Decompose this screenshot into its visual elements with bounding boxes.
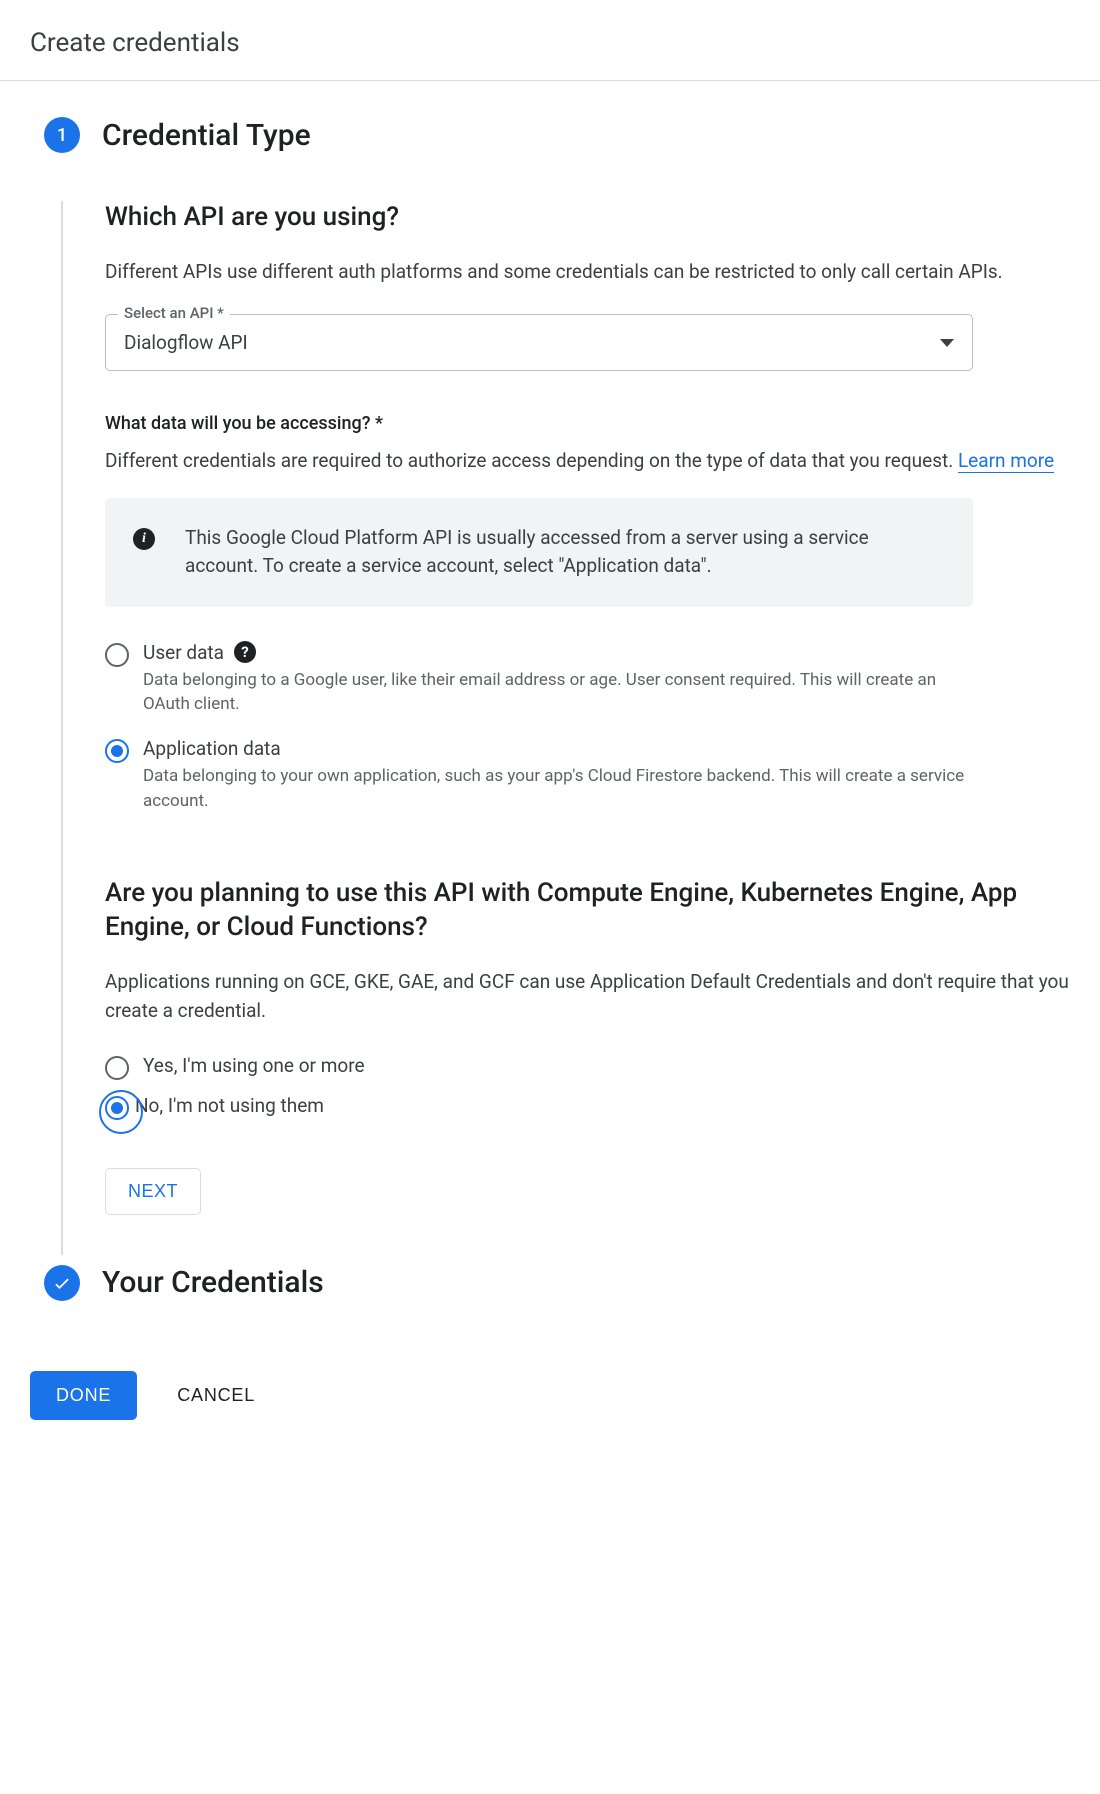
- radio-sub-user-data: Data belonging to a Google user, like th…: [143, 668, 973, 717]
- info-box: i This Google Cloud Platform API is usua…: [105, 498, 973, 607]
- check-icon: [52, 1273, 72, 1293]
- radio-sub-application-data: Data belonging to your own application, …: [143, 764, 973, 813]
- radio-input-application-data[interactable]: [105, 739, 129, 763]
- radio-label-application-data: Application data: [143, 737, 281, 760]
- radio-user-data[interactable]: User data ? Data belonging to a Google u…: [105, 641, 1070, 717]
- step-1-badge: 1: [44, 117, 80, 153]
- main-container: 1 Credential Type Which API are you usin…: [0, 81, 1100, 1371]
- question-platform-desc: Applications running on GCE, GKE, GAE, a…: [105, 967, 1070, 1026]
- question-platform-heading: Are you planning to use this API with Co…: [105, 877, 1070, 945]
- data-access-desc: Different credentials are required to au…: [105, 446, 1070, 475]
- step-2-header: Your Credentials: [44, 1265, 1070, 1301]
- help-icon[interactable]: ?: [234, 641, 256, 663]
- radio-label-user-data: User data: [143, 641, 224, 664]
- info-text: This Google Cloud Platform API is usuall…: [185, 524, 945, 581]
- radio-yes-using[interactable]: Yes, I'm using one or more: [105, 1054, 1070, 1080]
- api-select-label: Select an API *: [118, 304, 230, 322]
- api-select-value: Dialogflow API: [124, 331, 248, 354]
- step-1-header: 1 Credential Type: [44, 117, 1070, 153]
- dropdown-arrow-icon: [940, 339, 954, 347]
- radio-input-user-data[interactable]: [105, 643, 129, 667]
- info-icon: i: [133, 528, 155, 550]
- radio-input-no[interactable]: [105, 1096, 129, 1120]
- radio-input-yes[interactable]: [105, 1056, 129, 1080]
- done-button[interactable]: DONE: [30, 1371, 137, 1420]
- bottom-actions: DONE CANCEL: [0, 1371, 1100, 1450]
- step-1-title: Credential Type: [102, 118, 311, 153]
- api-select-value-row: Dialogflow API: [106, 315, 972, 370]
- radio-label-no: No, I'm not using them: [135, 1094, 324, 1117]
- learn-more-link[interactable]: Learn more: [958, 449, 1054, 473]
- data-access-label: What data will you be accessing? *: [105, 413, 1070, 434]
- api-select[interactable]: Select an API * Dialogflow API: [105, 314, 973, 371]
- page-title: Create credentials: [30, 28, 1070, 58]
- page-header: Create credentials: [0, 0, 1100, 81]
- radio-no-not-using[interactable]: No, I'm not using them: [105, 1094, 1070, 1120]
- cancel-button[interactable]: CANCEL: [177, 1385, 255, 1406]
- question-api-desc: Different APIs use different auth platfo…: [105, 257, 1070, 286]
- step-1-body: Which API are you using? Different APIs …: [61, 201, 1070, 1255]
- step-2-title: Your Credentials: [102, 1265, 324, 1300]
- radio-label-yes: Yes, I'm using one or more: [143, 1054, 365, 1077]
- step-2-badge: [44, 1265, 80, 1301]
- next-button[interactable]: NEXT: [105, 1168, 201, 1215]
- question-api-heading: Which API are you using?: [105, 201, 1070, 235]
- radio-application-data[interactable]: Application data Data belonging to your …: [105, 737, 1070, 813]
